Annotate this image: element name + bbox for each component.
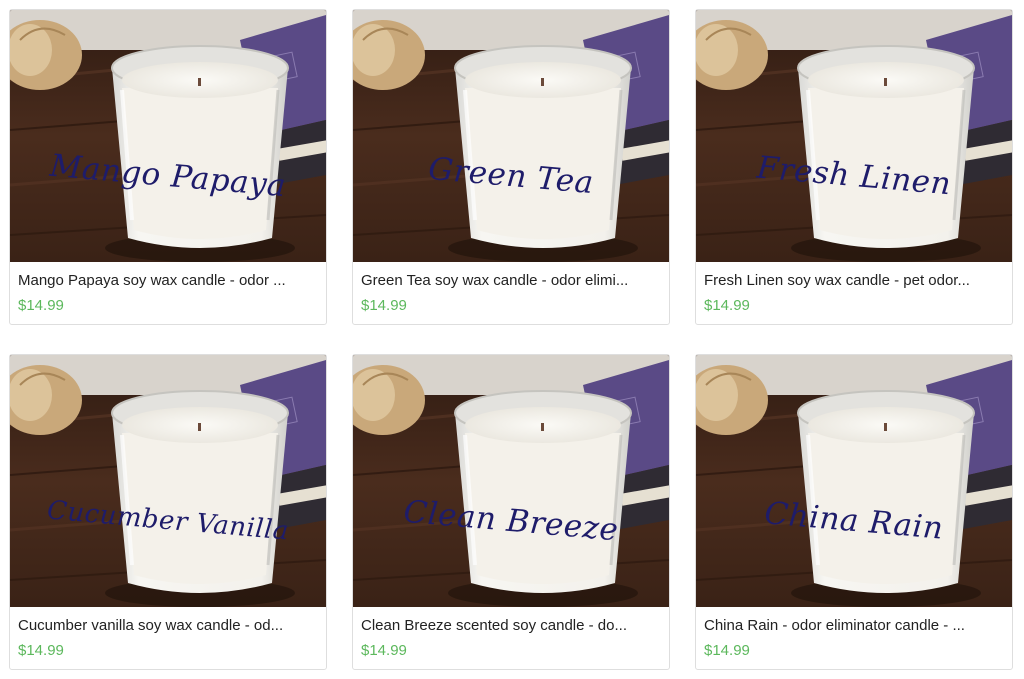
product-image[interactable]: Cucumber Vanilla [10, 355, 326, 607]
product-price: $14.99 [704, 642, 750, 659]
product-card[interactable]: China Rain China Rain - odor eliminator c… [695, 354, 1013, 670]
product-title[interactable]: Green Tea soy wax candle - odor elimi... [361, 272, 661, 289]
product-image[interactable]: Fresh Linen [696, 10, 1012, 262]
product-title[interactable]: Clean Breeze scented soy candle - do... [361, 617, 661, 634]
product-card[interactable]: Clean Breeze Clean Breeze scented soy can… [352, 354, 670, 670]
product-price: $14.99 [18, 642, 64, 659]
product-price: $14.99 [361, 642, 407, 659]
product-title[interactable]: Fresh Linen soy wax candle - pet odor... [704, 272, 1004, 289]
product-card[interactable]: Fresh Linen Fresh Linen soy wax candle - … [695, 9, 1013, 325]
product-image[interactable]: Green Tea [353, 10, 669, 262]
product-card[interactable]: Green Tea Green Tea soy wax candle - odor… [352, 9, 670, 325]
product-title[interactable]: Mango Papaya soy wax candle - odor ... [18, 272, 318, 289]
product-image[interactable]: China Rain [696, 355, 1012, 607]
product-title[interactable]: China Rain - odor eliminator candle - ..… [704, 617, 1004, 634]
product-image[interactable]: Mango Papaya [10, 10, 326, 262]
product-card[interactable]: Cucumber Vanilla Cucumber vanilla soy wax… [9, 354, 327, 670]
product-price: $14.99 [361, 297, 407, 314]
product-card[interactable]: Mango Papaya Mango Papaya soy wax candle … [9, 9, 327, 325]
product-title[interactable]: Cucumber vanilla soy wax candle - od... [18, 617, 318, 634]
product-price: $14.99 [704, 297, 750, 314]
product-grid: Mango Papaya Mango Papaya soy wax candle … [0, 0, 1024, 679]
product-image[interactable]: Clean Breeze [353, 355, 669, 607]
product-price: $14.99 [18, 297, 64, 314]
